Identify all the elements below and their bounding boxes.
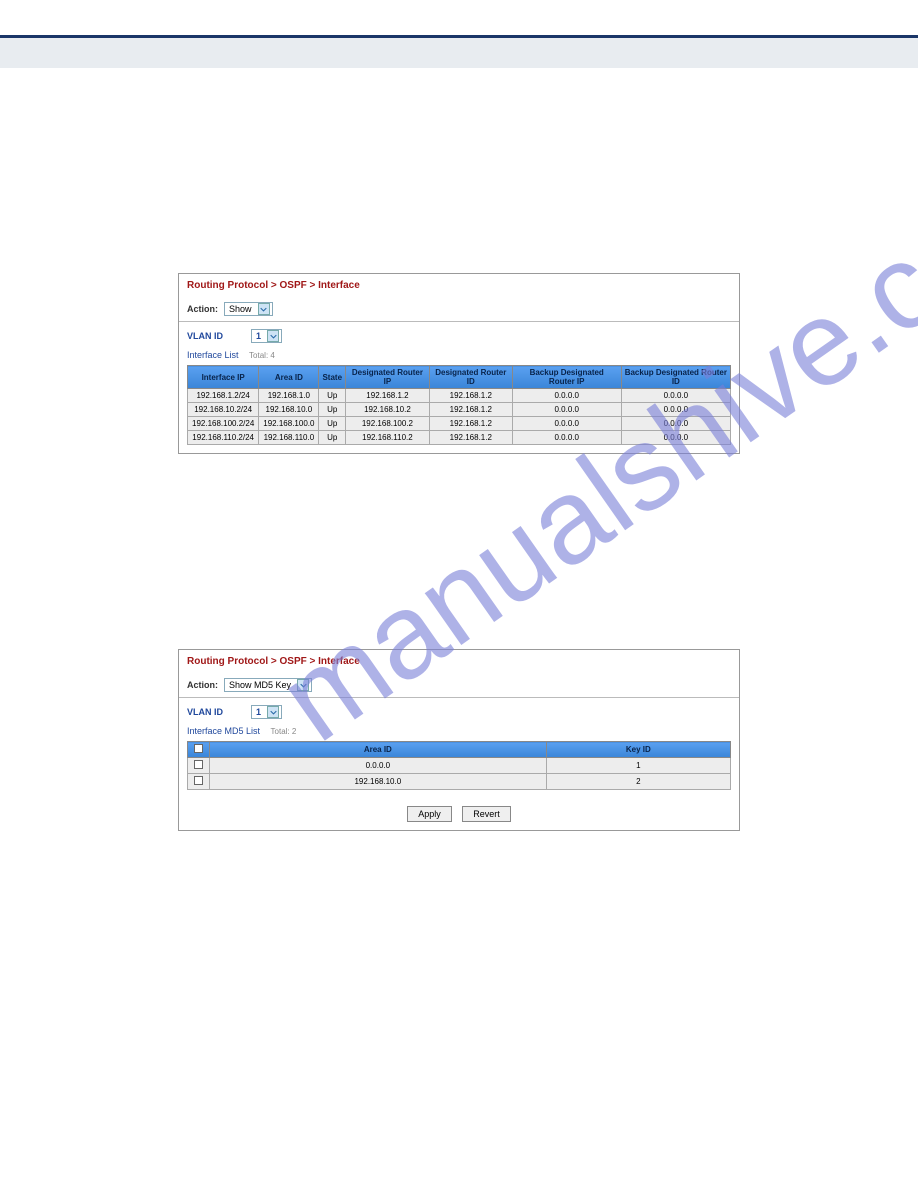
- cell-check: [188, 758, 210, 774]
- row-checkbox[interactable]: [194, 776, 203, 785]
- vlan-select[interactable]: 1: [251, 329, 282, 343]
- vlan-select-value: 1: [256, 707, 261, 717]
- cell-drid: 192.168.1.2: [429, 431, 512, 445]
- cell-bdrid: 0.0.0.0: [621, 389, 730, 403]
- cell-state: Up: [319, 389, 346, 403]
- button-row: Apply Revert: [179, 798, 739, 830]
- revert-button[interactable]: Revert: [462, 806, 511, 822]
- list-total: Total: 2: [271, 727, 297, 736]
- action-label: Action:: [187, 680, 218, 690]
- chevron-down-icon: [267, 330, 279, 342]
- col-bdr-id: Backup Designated Router ID: [621, 366, 730, 389]
- vlan-label: VLAN ID: [187, 707, 223, 717]
- cell-drip: 192.168.1.2: [346, 389, 430, 403]
- cell-iface: 192.168.10.2/24: [188, 403, 259, 417]
- ospf-interface-panel-show: Routing Protocol > OSPF > Interface Acti…: [178, 273, 740, 454]
- action-label: Action:: [187, 304, 218, 314]
- list-total: Total: 4: [249, 351, 275, 360]
- vlan-row: VLAN ID 1: [179, 322, 739, 346]
- cell-state: Up: [319, 431, 346, 445]
- chevron-down-icon: [258, 303, 270, 315]
- cell-check: [188, 774, 210, 790]
- list-heading: Interface List Total: 4: [179, 346, 739, 365]
- table-row: 0.0.0.0 1: [188, 758, 731, 774]
- cell-bdrid: 0.0.0.0: [621, 431, 730, 445]
- action-select-value: Show MD5 Key: [229, 680, 291, 690]
- cell-area: 0.0.0.0: [210, 758, 547, 774]
- col-dr-id: Designated Router ID: [429, 366, 512, 389]
- row-checkbox[interactable]: [194, 760, 203, 769]
- cell-bdrid: 0.0.0.0: [621, 417, 730, 431]
- cell-iface: 192.168.1.2/24: [188, 389, 259, 403]
- table-row: 192.168.110.2/24 192.168.110.0 Up 192.16…: [188, 431, 731, 445]
- col-interface-ip: Interface IP: [188, 366, 259, 389]
- table-row: 192.168.10.0 2: [188, 774, 731, 790]
- cell-drid: 192.168.1.2: [429, 389, 512, 403]
- action-select[interactable]: Show: [224, 302, 273, 316]
- vlan-select-value: 1: [256, 331, 261, 341]
- col-checkbox: [188, 742, 210, 758]
- table-row: 192.168.1.2/24 192.168.1.0 Up 192.168.1.…: [188, 389, 731, 403]
- cell-bdrip: 0.0.0.0: [512, 389, 621, 403]
- chevron-down-icon: [267, 706, 279, 718]
- breadcrumb: Routing Protocol > OSPF > Interface: [179, 274, 739, 297]
- cell-iface: 192.168.100.2/24: [188, 417, 259, 431]
- cell-key: 1: [546, 758, 730, 774]
- cell-drip: 192.168.100.2: [346, 417, 430, 431]
- action-select-value: Show: [229, 304, 252, 314]
- breadcrumb: Routing Protocol > OSPF > Interface: [179, 650, 739, 673]
- cell-area: 192.168.10.0: [210, 774, 547, 790]
- list-heading: Interface MD5 List Total: 2: [179, 722, 739, 741]
- col-area-id: Area ID: [210, 742, 547, 758]
- cell-bdrip: 0.0.0.0: [512, 417, 621, 431]
- apply-button[interactable]: Apply: [407, 806, 452, 822]
- checkbox-all[interactable]: [194, 744, 203, 753]
- vlan-label: VLAN ID: [187, 331, 223, 341]
- action-row: Action: Show: [179, 297, 739, 322]
- cell-drid: 192.168.1.2: [429, 417, 512, 431]
- cell-state: Up: [319, 403, 346, 417]
- col-state: State: [319, 366, 346, 389]
- cell-area: 192.168.100.0: [259, 417, 319, 431]
- vlan-select[interactable]: 1: [251, 705, 282, 719]
- list-title: Interface MD5 List: [187, 726, 260, 736]
- col-key-id: Key ID: [546, 742, 730, 758]
- cell-drid: 192.168.1.2: [429, 403, 512, 417]
- cell-area: 192.168.110.0: [259, 431, 319, 445]
- table-row: 192.168.10.2/24 192.168.10.0 Up 192.168.…: [188, 403, 731, 417]
- cell-bdrid: 0.0.0.0: [621, 403, 730, 417]
- list-title: Interface List: [187, 350, 239, 360]
- vlan-row: VLAN ID 1: [179, 698, 739, 722]
- col-area-id: Area ID: [259, 366, 319, 389]
- cell-bdrip: 0.0.0.0: [512, 403, 621, 417]
- cell-key: 2: [546, 774, 730, 790]
- cell-drip: 192.168.110.2: [346, 431, 430, 445]
- ospf-interface-panel-md5: Routing Protocol > OSPF > Interface Acti…: [178, 649, 740, 831]
- cell-drip: 192.168.10.2: [346, 403, 430, 417]
- cell-state: Up: [319, 417, 346, 431]
- action-select[interactable]: Show MD5 Key: [224, 678, 312, 692]
- cell-area: 192.168.1.0: [259, 389, 319, 403]
- md5-table: Area ID Key ID 0.0.0.0 1 192.168.10.0 2: [187, 741, 731, 790]
- interface-table: Interface IP Area ID State Designated Ro…: [187, 365, 731, 445]
- col-bdr-ip: Backup Designated Router IP: [512, 366, 621, 389]
- header-band: [0, 38, 918, 68]
- action-row: Action: Show MD5 Key: [179, 673, 739, 698]
- table-row: 192.168.100.2/24 192.168.100.0 Up 192.16…: [188, 417, 731, 431]
- cell-area: 192.168.10.0: [259, 403, 319, 417]
- cell-iface: 192.168.110.2/24: [188, 431, 259, 445]
- col-dr-ip: Designated Router IP: [346, 366, 430, 389]
- cell-bdrip: 0.0.0.0: [512, 431, 621, 445]
- chevron-down-icon: [297, 679, 309, 691]
